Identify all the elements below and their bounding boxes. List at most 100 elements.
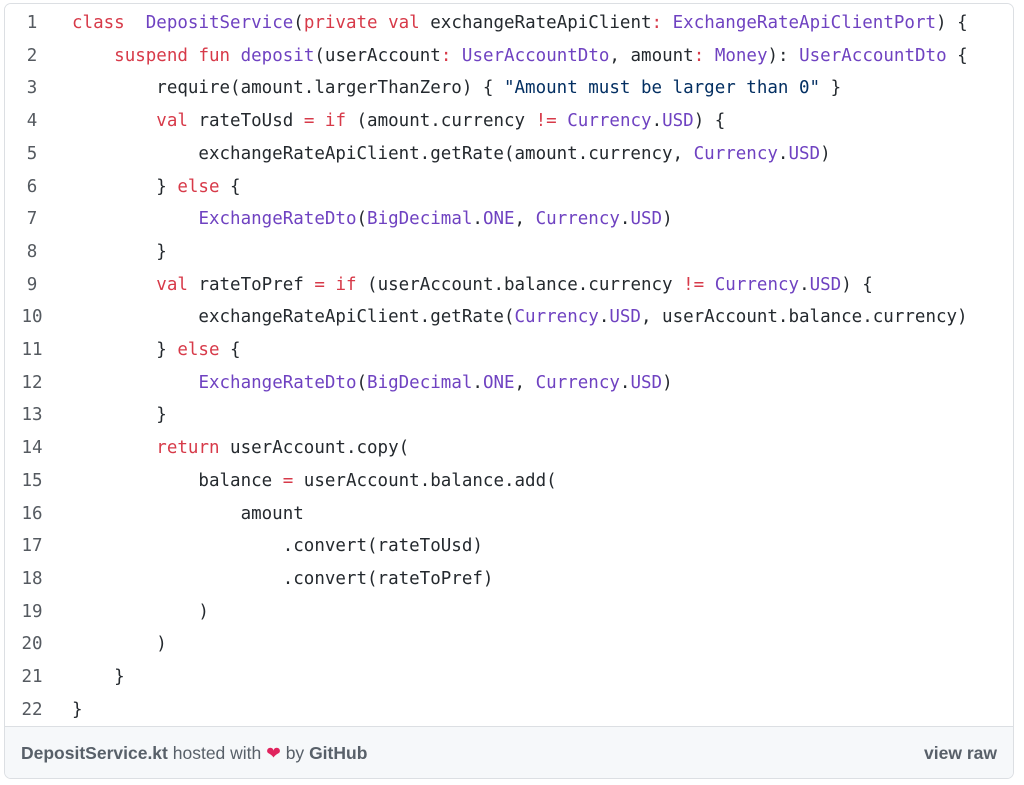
code-token: } bbox=[72, 241, 167, 262]
code-token: ) bbox=[72, 601, 209, 622]
code-token: , userAccount.balance.currency) bbox=[640, 307, 968, 328]
code-text: } bbox=[72, 399, 167, 432]
code-line: 10 exchangeRateApiClient.getRate(Currenc… bbox=[5, 301, 1013, 334]
code-token: , bbox=[514, 209, 536, 230]
github-link[interactable]: GitHub bbox=[309, 743, 367, 763]
line-number[interactable]: 21 bbox=[5, 661, 59, 694]
line-number[interactable]: 3 bbox=[5, 72, 59, 105]
line-number[interactable]: 7 bbox=[5, 203, 59, 236]
code-token: userAccount.balance.add( bbox=[293, 470, 557, 491]
line-number[interactable]: 17 bbox=[5, 530, 59, 563]
code-line: 12 ExchangeRateDto(BigDecimal.ONE, Curre… bbox=[5, 367, 1013, 400]
code-token: ) bbox=[662, 209, 673, 230]
line-number[interactable]: 9 bbox=[5, 269, 59, 302]
code-token: ): bbox=[767, 45, 800, 66]
keyword-token: else bbox=[177, 340, 220, 360]
type-token: USD bbox=[662, 111, 694, 132]
line-number[interactable]: 22 bbox=[5, 694, 59, 727]
code-line: 11 } else { bbox=[5, 334, 1013, 367]
code-text: ) bbox=[72, 596, 209, 629]
code-line: 20 ) bbox=[5, 628, 1013, 661]
code-token: ) { bbox=[693, 111, 726, 132]
code-token: rateToPref bbox=[187, 274, 315, 295]
code-token: userAccount.copy( bbox=[219, 438, 410, 459]
keyword-token: = bbox=[282, 470, 294, 491]
code-token: ) bbox=[72, 634, 167, 655]
code-token: (amount.currency bbox=[345, 111, 536, 132]
type-token: Currency bbox=[535, 372, 620, 393]
keyword-token: if bbox=[335, 274, 357, 295]
file-name-link[interactable]: DepositService.kt bbox=[21, 743, 168, 763]
line-number[interactable]: 19 bbox=[5, 596, 59, 629]
line-number[interactable]: 1 bbox=[5, 7, 59, 40]
code-token: .convert(rateToUsd) bbox=[72, 536, 483, 557]
code-token: amount bbox=[72, 503, 304, 524]
code-text: class DepositService(private val exchang… bbox=[72, 7, 968, 40]
line-number[interactable]: 10 bbox=[5, 301, 59, 334]
gist-footer: DepositService.kt hosted with ❤ by GitHu… bbox=[5, 726, 1013, 778]
code-token: . bbox=[651, 111, 663, 132]
code-line: 7 ExchangeRateDto(BigDecimal.ONE, Curren… bbox=[5, 203, 1013, 236]
code-token: balance bbox=[72, 470, 283, 491]
keyword-token: : bbox=[651, 13, 663, 33]
type-token: USD bbox=[630, 209, 663, 230]
type-token: ONE bbox=[482, 372, 515, 393]
code-line: 3 require(amount.largerThanZero) { "Amou… bbox=[5, 72, 1013, 105]
line-number[interactable]: 16 bbox=[5, 498, 59, 531]
keyword-token: != bbox=[535, 111, 557, 132]
code-token: (userAccount.balance.currency bbox=[356, 274, 684, 295]
line-number[interactable]: 18 bbox=[5, 563, 59, 596]
code-line: 18 .convert(rateToPref) bbox=[5, 563, 1013, 596]
line-number[interactable]: 14 bbox=[5, 432, 59, 465]
code-line: 14 return userAccount.copy( bbox=[5, 432, 1013, 465]
code-token: } bbox=[72, 667, 125, 687]
line-number[interactable]: 20 bbox=[5, 628, 59, 661]
code-line: 9 val rateToPref = if (userAccount.balan… bbox=[5, 269, 1013, 302]
keyword-token: != bbox=[683, 274, 705, 295]
code-line: 2 suspend fun deposit(userAccount: UserA… bbox=[5, 40, 1013, 73]
code-token: ( bbox=[356, 372, 368, 393]
line-number[interactable]: 11 bbox=[5, 334, 59, 367]
code-token: . bbox=[619, 372, 631, 393]
type-token: ExchangeRateApiClientPort bbox=[672, 13, 937, 33]
code-token: . bbox=[619, 209, 631, 230]
keyword-token: val bbox=[156, 274, 188, 295]
code-token: .convert(rateToPref) bbox=[72, 568, 494, 589]
code-line: 1 class DepositService(private val exchan… bbox=[5, 7, 1013, 40]
line-number[interactable]: 5 bbox=[5, 138, 59, 171]
line-number[interactable]: 13 bbox=[5, 399, 59, 432]
type-token: USD bbox=[809, 274, 842, 295]
code-line: 6 } else { bbox=[5, 171, 1013, 204]
line-number[interactable]: 8 bbox=[5, 236, 59, 269]
by-text: by bbox=[285, 743, 305, 763]
line-number[interactable]: 6 bbox=[5, 171, 59, 204]
code-text: .convert(rateToUsd) bbox=[72, 530, 483, 563]
line-number[interactable]: 15 bbox=[5, 465, 59, 498]
line-number[interactable]: 12 bbox=[5, 367, 59, 400]
type-token: USD bbox=[788, 143, 821, 164]
code-token: rateToUsd bbox=[187, 111, 304, 132]
code-line: 4 val rateToUsd = if (amount.currency !=… bbox=[5, 105, 1013, 138]
code-token: (userAccount bbox=[314, 45, 441, 66]
view-raw-link[interactable]: view raw bbox=[924, 727, 997, 778]
code-token: { bbox=[946, 45, 968, 66]
line-number[interactable]: 2 bbox=[5, 40, 59, 73]
type-token: Currency bbox=[514, 307, 599, 328]
line-number[interactable]: 4 bbox=[5, 105, 59, 138]
code-text: return userAccount.copy( bbox=[72, 432, 409, 465]
type-token: Currency bbox=[714, 274, 800, 295]
keyword-token: val bbox=[156, 111, 188, 132]
code-token: require(amount.largerThanZero) { bbox=[72, 78, 504, 99]
code-text: balance = userAccount.balance.add( bbox=[72, 465, 557, 498]
code-token: exchangeRateApiClient.getRate( bbox=[72, 307, 515, 328]
keyword-token: : bbox=[440, 45, 452, 66]
keyword-token: suspend fun bbox=[114, 45, 231, 66]
